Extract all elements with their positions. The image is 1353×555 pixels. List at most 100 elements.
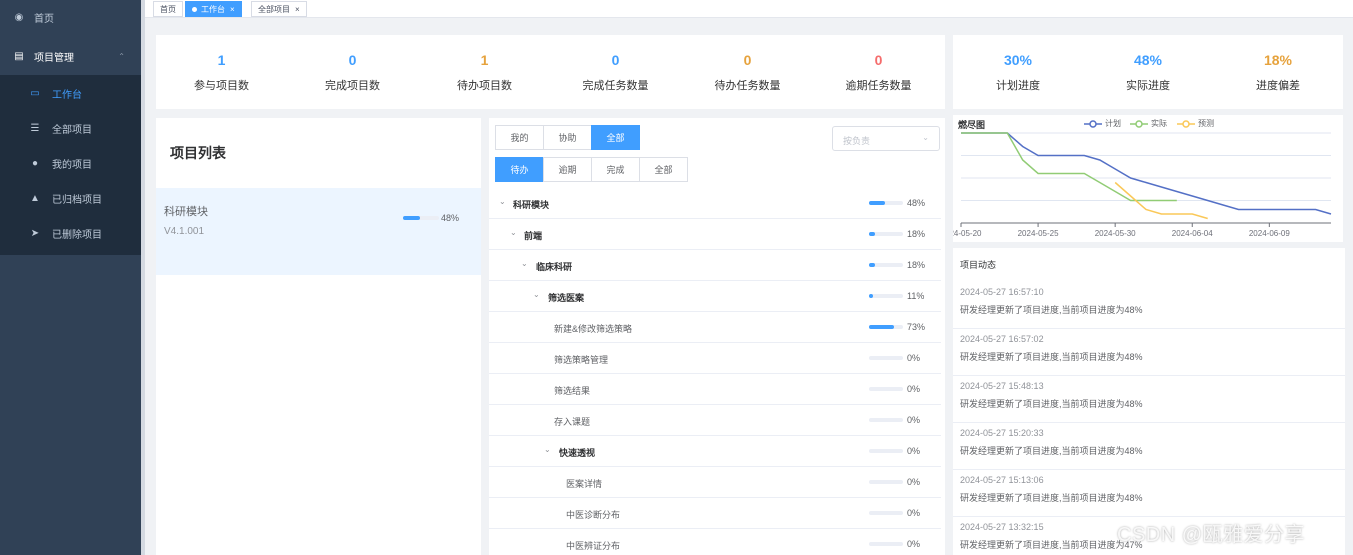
tab-label: 全部项目 — [258, 4, 290, 14]
watermark: CSDN @瓯雅爱分享 — [1117, 524, 1306, 546]
task-row[interactable]: 中医诊断分布 0% — [489, 498, 941, 529]
sidebar-item-label: 工作台 — [52, 90, 82, 101]
task-percent: 0% — [907, 477, 921, 487]
task-row[interactable]: ⌄ 临床科研 18% — [489, 250, 941, 281]
task-label: 临床科研 — [536, 262, 573, 272]
series-line-1 — [961, 132, 1177, 202]
activity-item: 2024-05-27 15:13:06 研发经理更新了项目进度,当前项目进度为4… — [953, 470, 1345, 517]
task-label: 筛选结果 — [554, 386, 591, 396]
stat-value: 48% — [1133, 52, 1163, 68]
filter-done-button[interactable]: 完成 — [591, 157, 640, 182]
tab-all-projects[interactable]: 全部项目 × — [251, 1, 307, 17]
task-percent: 0% — [907, 539, 921, 549]
activity-time: 2024-05-27 13:32:15 — [960, 522, 1044, 532]
project-list-panel: 项目列表 科研模块 V4.1.001 48% — [156, 118, 481, 555]
sidebar-item-label: 项目管理 — [34, 53, 74, 64]
sidebar-item-project-management[interactable]: ▤ 项目管理 ⌃ — [0, 39, 141, 74]
sidebar-item-archived[interactable]: ▲ 已归档项目 — [0, 181, 141, 216]
task-progress-bar — [869, 511, 903, 515]
tab-workbench[interactable]: 工作台 × — [185, 1, 242, 17]
sidebar-item-all-projects[interactable]: ☰ 全部项目 — [0, 111, 141, 146]
filter-status-all-button[interactable]: 全部 — [639, 157, 688, 182]
close-icon[interactable]: × — [230, 5, 235, 14]
tab-label: 工作台 — [201, 4, 225, 14]
sidebar-item-deleted[interactable]: ➤ 已删除项目 — [0, 216, 141, 251]
activity-time: 2024-05-27 16:57:10 — [960, 287, 1044, 297]
task-row[interactable]: 新建&修改筛选策略 73% — [489, 312, 941, 343]
task-row[interactable]: 筛选策略管理 0% — [489, 343, 941, 374]
chevron-down-icon[interactable]: ⌄ — [521, 259, 528, 268]
chevron-down-icon[interactable]: ⌄ — [499, 197, 506, 206]
task-progress-bar — [869, 263, 903, 267]
progress-card: 30% 计划进度 48% 实际进度 18% 进度偏差 — [953, 35, 1343, 109]
activity-item: 2024-05-27 16:57:10 研发经理更新了项目进度,当前项目进度为4… — [953, 282, 1345, 329]
tab-home[interactable]: 首页 — [153, 1, 183, 17]
task-progress-bar — [869, 325, 903, 329]
filter-assist-button[interactable]: 协助 — [543, 125, 592, 150]
task-label: 筛选策略管理 — [554, 355, 609, 365]
chevron-down-icon[interactable]: ⌄ — [533, 290, 540, 299]
series-line-0 — [961, 132, 1332, 215]
x-tick-label: 2024-05-30 — [1095, 229, 1136, 238]
sidebar-item-label: 我的项目 — [52, 160, 92, 171]
filter-todo-button[interactable]: 待办 — [495, 157, 544, 182]
sidebar-item-workbench[interactable]: ▭ 工作台 — [0, 76, 141, 111]
chevron-down-icon[interactable]: ⌄ — [544, 445, 551, 454]
task-row[interactable]: ⌄ 前端 18% — [489, 219, 941, 250]
sidebar-item-home[interactable]: ◉ 首页 — [0, 0, 141, 35]
activity-card: 项目动态 2024-05-27 16:57:10 研发经理更新了项目进度,当前项… — [953, 248, 1345, 555]
project-list-item[interactable]: 科研模块 V4.1.001 48% — [156, 188, 481, 275]
activity-text: 研发经理更新了项目进度,当前项目进度为48% — [960, 305, 1143, 315]
select-placeholder: 按负责 — [843, 136, 871, 146]
task-row[interactable]: ⌄ 科研模块 48% — [489, 188, 941, 219]
activity-item: 2024-05-27 15:20:33 研发经理更新了项目进度,当前项目进度为4… — [953, 423, 1345, 470]
x-tick-label: 2024-05-20 — [953, 229, 982, 238]
task-percent: 18% — [907, 260, 926, 270]
send-icon: ➤ — [30, 228, 40, 239]
progress-fill — [869, 325, 894, 329]
task-row[interactable]: 中医辨证分布 0% — [489, 529, 941, 555]
task-scope-filter: 我的 协助 全部 — [495, 125, 640, 150]
sidebar-divider — [141, 0, 145, 555]
stat-label: 实际进度 — [1126, 80, 1170, 92]
stat-label: 参与项目数 — [194, 80, 249, 92]
stat-value: 1 — [480, 52, 489, 68]
task-progress-bar — [869, 387, 903, 391]
burndown-chart: 2024-05-20 2024-05-25 2024-05-30 2024-06-04… — [953, 132, 1332, 238]
sidebar-item-label: 全部项目 — [52, 125, 92, 136]
activity-text: 研发经理更新了项目进度,当前项目进度为48% — [960, 399, 1143, 409]
sidebar-item-my-projects[interactable]: ● 我的项目 — [0, 146, 141, 181]
task-label: 前端 — [524, 231, 543, 241]
task-row[interactable]: ⌄ 快速透视 0% — [489, 436, 941, 467]
owner-select[interactable]: 按负责 ⌄ — [832, 126, 940, 151]
task-progress-bar — [869, 449, 903, 453]
task-progress-bar — [869, 542, 903, 546]
task-progress-bar — [869, 201, 903, 205]
task-progress-bar — [869, 480, 903, 484]
task-percent: 0% — [907, 353, 921, 363]
sidebar-item-label: 已删除项目 — [52, 230, 102, 241]
task-label: 医案详情 — [566, 479, 603, 489]
task-row[interactable]: 筛选结果 0% — [489, 374, 941, 405]
task-row[interactable]: ⌄ 筛选医案 11% — [489, 281, 941, 312]
x-tick-label: 2024-05-25 — [1018, 229, 1059, 238]
activity-item: 2024-05-27 16:57:02 研发经理更新了项目进度,当前项目进度为4… — [953, 329, 1345, 376]
activity-time: 2024-05-27 15:20:33 — [960, 428, 1044, 438]
filter-all-button[interactable]: 全部 — [591, 125, 640, 150]
task-label: 新建&修改筛选策略 — [554, 324, 633, 334]
task-percent: 18% — [907, 229, 926, 239]
close-icon[interactable]: × — [295, 5, 300, 14]
task-label: 存入课题 — [554, 417, 591, 427]
project-percent: 48% — [441, 213, 460, 223]
activity-title: 项目动态 — [960, 260, 997, 270]
burndown-card: 燃尽图 计划 实际 预测 2024-05-202024-05-252024-05… — [953, 115, 1343, 242]
user-icon: ● — [31, 158, 39, 169]
task-label: 快速透视 — [559, 448, 596, 458]
filter-mine-button[interactable]: 我的 — [495, 125, 544, 150]
stat-label: 待办项目数 — [457, 80, 512, 92]
chevron-down-icon[interactable]: ⌄ — [510, 228, 517, 237]
task-row[interactable]: 存入课题 0% — [489, 405, 941, 436]
task-label: 中医辨证分布 — [566, 541, 621, 551]
task-row[interactable]: 医案详情 0% — [489, 467, 941, 498]
filter-overdue-button[interactable]: 逾期 — [543, 157, 592, 182]
